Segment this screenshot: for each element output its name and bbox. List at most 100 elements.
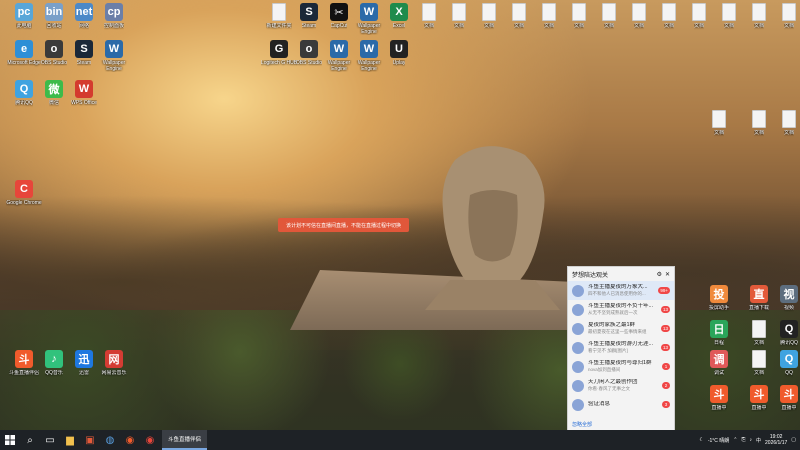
desktop-icon[interactable]: cp 控制面板 — [95, 3, 133, 35]
app-icon: e — [15, 40, 33, 58]
desktop-icon-label: 文档 — [423, 23, 434, 29]
desktop-icon-label: 文档 — [573, 23, 584, 29]
settings-icon[interactable]: ⚙ — [657, 271, 662, 278]
weather-text[interactable]: -1°C 晴朗 — [708, 437, 729, 444]
ime-icon[interactable]: 中 — [756, 437, 761, 444]
task-view-icon[interactable]: ▭ — [40, 430, 60, 450]
app-icon: 斗 — [710, 385, 728, 403]
desktop-icon[interactable]: 调调试 — [700, 350, 738, 382]
desktop-icon[interactable]: U Uplay — [380, 40, 418, 72]
app-icon: W — [360, 3, 378, 21]
desktop-icon-label: 微信 — [48, 100, 59, 106]
avatar — [572, 341, 584, 354]
weather-icon[interactable]: ☾ — [699, 437, 703, 443]
avatar — [572, 284, 584, 297]
file-explorer-icon[interactable]: ▆ — [60, 430, 80, 450]
qq-conversation-item[interactable]: 天刀闲人之最创作团 你看·春风了无事之文 2 — [568, 376, 674, 395]
chevron-up-icon[interactable]: ⌃ — [733, 437, 737, 443]
avatar — [572, 303, 584, 316]
qq-conversation-item[interactable]: 斗鱼主播夏夜的游刃无涯... 看宁见不 加群[图片] 13 — [568, 338, 674, 357]
qq-item-subtitle: 最初夏夜在这里一些事情来组 — [588, 329, 647, 334]
qq-conversation-item[interactable]: 斗鱼主播夏夜的不负十年... 从无不坚到成熟就后一次 13 — [568, 300, 674, 319]
desktop-icon-label: 文档 — [483, 23, 494, 29]
desktop-icon-label: QQ音乐 — [45, 370, 63, 376]
notification-icon[interactable]: ▢ — [791, 437, 796, 443]
app-icon: o — [45, 40, 63, 58]
volume-icon[interactable]: ♪ — [750, 437, 753, 443]
clock[interactable]: 19:02 2026/1/17 — [765, 434, 787, 446]
desktop-icon-label: 文档 — [693, 23, 704, 29]
unread-badge: 3 — [662, 401, 670, 408]
file-icon — [542, 3, 556, 21]
app-icon: Q — [15, 80, 33, 98]
app-icon[interactable]: ▣ — [80, 430, 100, 450]
app-icon: G — [270, 40, 288, 58]
desktop-icon-label: 直播中 — [781, 405, 797, 411]
qq-panel-title: 梦想陪达观关 — [572, 272, 609, 279]
desktop-icon[interactable]: 网网易云音乐 — [95, 350, 133, 382]
file-icon — [602, 3, 616, 21]
desktop-icon-label: 调试 — [713, 370, 724, 376]
taskbar-active-app[interactable]: 斗鱼直播伴侣 — [162, 430, 208, 450]
qq-item-text: 斗鱼主播夏夜的游刃无涯... 看宁见不 加群[图片] — [588, 341, 658, 354]
desktop-icon[interactable]: 日日程 — [700, 320, 738, 352]
app-icon: cp — [105, 3, 123, 21]
desktop-icon[interactable]: Q QQ — [770, 350, 800, 382]
app-icon: Q — [780, 320, 798, 338]
qq-item-text: 斗鱼主播夏夜的与尊归1群 nova加到直播间 — [588, 360, 659, 373]
network-icon[interactable]: ⎘ — [741, 437, 745, 443]
qq-conversation-item[interactable]: 夏夜的家族之最1群 最初夏夜在这里一些事情来组 13 — [568, 319, 674, 338]
desktop-icon[interactable]: 斗直播中 — [700, 385, 738, 417]
qq-item-text: 验证消息 — [588, 401, 659, 408]
app-icon: ✂ — [330, 3, 348, 21]
desktop-icon[interactable]: W Wallpaper Engine — [95, 40, 133, 72]
file-icon — [712, 110, 726, 128]
app-icon: W — [75, 80, 93, 98]
qq-item-subtitle: 你看·春风了无事之文 — [588, 386, 630, 391]
app-icon: 日 — [710, 320, 728, 338]
desktop-icon[interactable]: 文档 — [700, 110, 738, 142]
desktop-icon-label: CapCut — [330, 23, 348, 29]
file-icon — [422, 3, 436, 21]
desktop-icon-label: 直播中 — [711, 405, 727, 411]
qq-conversation-item[interactable]: 斗鱼主播夏夜的与尊归1群 nova加到直播间 1 — [568, 357, 674, 376]
app-icon: o — [300, 40, 318, 58]
desktop-icon-label: 直播中 — [751, 405, 767, 411]
file-icon — [632, 3, 646, 21]
browser-icon[interactable]: ◍ — [100, 430, 120, 450]
desktop-icon[interactable]: 斗直播中 — [770, 385, 800, 417]
desktop-icon-label: OBS Studio — [295, 60, 323, 66]
qq-conversation-item[interactable]: 验证消息 3 — [568, 395, 674, 414]
unread-badge: 13 — [660, 325, 670, 332]
file-icon — [572, 3, 586, 21]
app-icon: 视 — [780, 285, 798, 303]
ignore-all-link[interactable]: 忽略全部 — [572, 421, 592, 428]
desktop-icon-label: 文档 — [543, 23, 554, 29]
douyu-icon[interactable]: ◉ — [120, 430, 140, 450]
desktop-icon[interactable]: 视视频 — [770, 285, 800, 317]
qq-item-title: 斗鱼主播夏夜的不负十年... — [588, 303, 654, 309]
desktop-icon[interactable]: 投投屏助手 — [700, 285, 738, 317]
desktop-icon-label: Excel — [392, 23, 406, 29]
qq-item-title: 天刀闲人之最创作团 — [588, 379, 638, 385]
app-icon: net — [75, 3, 93, 21]
taskbar-active-app-label: 斗鱼直播伴侣 — [168, 437, 202, 443]
desktop-icon[interactable]: C Google Chrome — [5, 180, 43, 212]
avatar — [572, 360, 584, 373]
app-icon: 调 — [710, 350, 728, 368]
search-icon[interactable]: ⌕ — [20, 430, 40, 450]
file-icon — [482, 3, 496, 21]
chrome-icon[interactable]: ◉ — [140, 430, 160, 450]
desktop-icon[interactable]: W WPS Office — [65, 80, 103, 112]
desktop-icon[interactable]: 文档 — [770, 110, 800, 142]
qq-conversation-item[interactable]: 斗鱼主播夏夜的万象大... 四不和他人已消息使用你的... 99+ — [568, 281, 674, 300]
file-icon — [782, 110, 796, 128]
desktop-icon[interactable]: Q 腾讯QQ — [770, 320, 800, 352]
windows-start-icon[interactable] — [0, 430, 20, 450]
app-icon: S — [75, 40, 93, 58]
file-icon — [782, 3, 796, 21]
close-icon[interactable]: ✕ — [665, 271, 670, 278]
qq-notification-panel: 梦想陪达观关 ⚙ ✕ 斗鱼主播夏夜的万象大... 四不和他人已消息使用你的... 9… — [567, 266, 675, 431]
unread-badge: 2 — [662, 382, 670, 389]
desktop-icon[interactable]: 文档 — [770, 3, 800, 35]
